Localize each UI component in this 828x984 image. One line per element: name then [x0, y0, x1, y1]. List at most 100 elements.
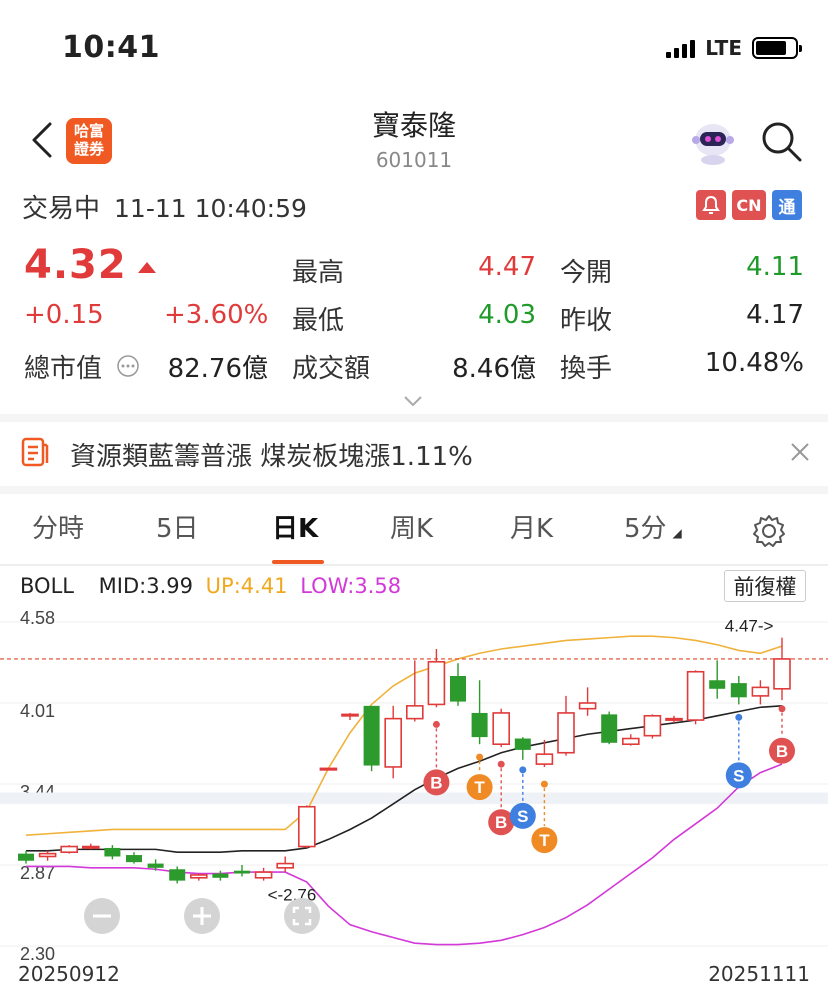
candle-body [578, 702, 597, 710]
zoom-in-icon[interactable] [182, 896, 222, 936]
signal-label: T [539, 831, 550, 850]
signal-dot [432, 720, 440, 728]
candle-body [319, 767, 338, 771]
tab-5day[interactable]: 5日 [156, 508, 199, 545]
badge-group: CN 通 [696, 190, 802, 220]
candle-body [557, 712, 575, 754]
signal-label: B [495, 813, 507, 832]
tab-weekly-k[interactable]: 周K [390, 508, 433, 545]
candle-body [254, 871, 273, 879]
candle-body [405, 705, 424, 720]
status-time: 10:41 [62, 30, 160, 65]
assistant-robot-icon[interactable] [688, 118, 738, 166]
up-arrow-icon [138, 262, 156, 273]
signal-icon [666, 38, 696, 58]
candle-body [751, 686, 770, 697]
candle-body [686, 670, 705, 721]
candle-body [514, 738, 531, 750]
fullscreen-icon[interactable] [282, 896, 322, 936]
high-label: 最高 [292, 258, 345, 288]
tab-minute[interactable]: 分時 [32, 508, 84, 545]
candle-body [643, 714, 662, 737]
candle-body [492, 712, 511, 746]
low-value: 4.03 [478, 300, 536, 330]
last-price: 4.32 [24, 242, 127, 288]
candle-body [190, 874, 208, 879]
y-tick-label: 4.58 [20, 608, 55, 628]
tab-daily-k[interactable]: 日K [272, 508, 318, 545]
divider [0, 414, 828, 422]
price-change: +0.15 [24, 300, 104, 330]
signal-label: B [776, 742, 788, 761]
boll-low-line [26, 763, 783, 946]
bell-icon[interactable] [696, 190, 726, 220]
network-label: LTE [705, 36, 742, 60]
more-info-icon[interactable] [116, 354, 140, 378]
divider [0, 486, 828, 494]
tab-5min[interactable]: 5分 ◢ [624, 508, 682, 545]
candle-body [427, 660, 446, 706]
y-tick-label: 2.30 [20, 944, 55, 962]
expand-chevron-icon[interactable] [402, 394, 424, 408]
signal-dot [476, 753, 484, 761]
boll-up: UP:4.41 [205, 574, 288, 598]
candle-body [384, 717, 403, 768]
market-cap-value: 82.76億 [167, 354, 268, 384]
candle-body [169, 869, 186, 881]
signal-label: B [430, 773, 442, 792]
signal-dot [778, 705, 786, 713]
candle-body [621, 737, 640, 746]
boll-low: LOW:3.58 [300, 574, 402, 598]
candle-body [276, 862, 295, 869]
candle-body [665, 717, 683, 721]
news-icon [21, 437, 49, 467]
candle-body [60, 845, 79, 854]
boll-up-line [25, 635, 783, 836]
candle-body [535, 753, 554, 765]
open-label: 今開 [560, 258, 613, 288]
candle-body [147, 863, 164, 868]
candle-body [82, 845, 100, 849]
turnover-value: 8.46億 [452, 354, 536, 384]
turnover-label: 成交額 [292, 354, 371, 384]
signal-label: T [474, 778, 485, 797]
candle-body [38, 852, 57, 858]
divider [0, 564, 828, 566]
tab-monthly-k[interactable]: 月K [510, 508, 553, 545]
prev-close-value: 4.17 [746, 300, 804, 330]
close-icon[interactable] [788, 440, 812, 464]
candlestick-chart[interactable]: 4.584.013.442.872.304.47-><-2.76B TB STSB [0, 606, 828, 962]
signal-label: S [517, 807, 528, 826]
signal-label: S [733, 766, 744, 785]
price-change-pct: +3.60% [164, 300, 269, 330]
chart-period-tabs: 分時 5日 日K 周K 月K 5分 ◢ [0, 508, 828, 558]
signal-dot [497, 760, 505, 768]
zoom-out-icon[interactable] [82, 896, 122, 936]
candle-body [709, 680, 726, 689]
max-price-label: 4.47-> [725, 617, 774, 636]
gear-icon[interactable] [752, 514, 786, 548]
candle-body [601, 714, 618, 743]
candle-body [104, 847, 121, 857]
candle-body [773, 658, 791, 690]
candle-body [730, 683, 747, 698]
high-value: 4.47 [478, 252, 536, 282]
indicator-legend: BOLL MID:3.99 UP:4.41 LOW:3.58 [20, 574, 401, 598]
market-cap-label: 總市值 [24, 354, 103, 384]
trade-status: 交易中 11-11 10:40:59 [22, 194, 307, 224]
candle-body [126, 855, 142, 863]
battery-icon [752, 37, 802, 59]
candle-body [450, 676, 466, 702]
news-headline[interactable]: 資源類藍籌普漲 煤炭板塊漲1.11% [70, 436, 473, 473]
connect-badge[interactable]: 通 [772, 190, 802, 220]
prev-close-label: 昨收 [560, 306, 613, 336]
indicator-name: BOLL [20, 574, 74, 598]
signal-dot [735, 713, 743, 721]
signal-dot [519, 766, 527, 774]
cn-badge[interactable]: CN [732, 190, 766, 220]
x-axis-start: 20250912 [18, 962, 120, 984]
search-icon[interactable] [758, 118, 804, 164]
adjust-mode-button[interactable]: 前復權 [724, 570, 806, 602]
turnover-rate-value: 10.48% [704, 348, 804, 378]
y-tick-label: 4.01 [20, 701, 55, 721]
